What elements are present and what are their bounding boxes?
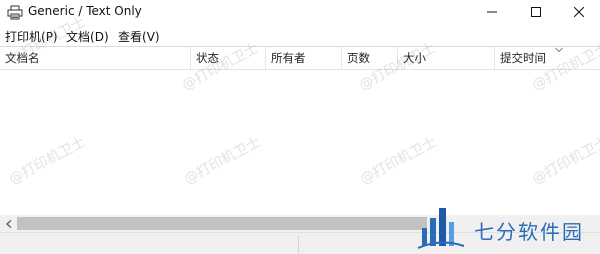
maximize-button[interactable] xyxy=(514,0,558,24)
menu-view[interactable]: 查看(V) xyxy=(118,28,160,45)
minimize-icon xyxy=(487,11,497,13)
menu-document[interactable]: 文档(D) xyxy=(66,28,109,45)
menu-view-key: (V) xyxy=(142,30,160,44)
title-bar[interactable]: Generic / Text Only xyxy=(0,0,600,26)
menu-printer-key: (P) xyxy=(41,30,58,44)
scroll-thumb[interactable] xyxy=(17,217,427,230)
column-submitted-time[interactable]: 提交时间 xyxy=(495,47,600,70)
column-pages[interactable]: 页数 xyxy=(342,47,398,70)
chevron-left-icon xyxy=(5,219,11,228)
maximize-icon xyxy=(531,7,541,17)
status-pane xyxy=(0,236,299,253)
column-status[interactable]: 状态 xyxy=(191,47,266,70)
column-owner[interactable]: 所有者 xyxy=(266,47,342,70)
column-size[interactable]: 大小 xyxy=(398,47,495,70)
close-icon xyxy=(574,7,584,17)
scroll-left-button[interactable] xyxy=(0,215,17,232)
site-logo: 七分软件园 xyxy=(412,204,600,254)
menu-bar: 打印机(P) 文档(D) 查看(V) xyxy=(0,26,600,46)
column-document-name[interactable]: 文档名 xyxy=(0,47,191,70)
close-button[interactable] xyxy=(557,0,600,24)
window-title: Generic / Text Only xyxy=(28,4,142,18)
minimize-button[interactable] xyxy=(470,0,514,24)
menu-printer[interactable]: 打印机(P) xyxy=(5,28,58,45)
document-list[interactable] xyxy=(0,70,600,215)
column-header: 文档名 状态 所有者 页数 大小 提交时间 xyxy=(0,46,600,70)
site-logo-text: 七分软件园 xyxy=(474,220,584,244)
printer-icon xyxy=(7,5,23,20)
menu-document-key: (D) xyxy=(90,30,109,44)
sort-chevron-icon xyxy=(555,47,563,53)
bar-logo-icon xyxy=(417,208,465,249)
